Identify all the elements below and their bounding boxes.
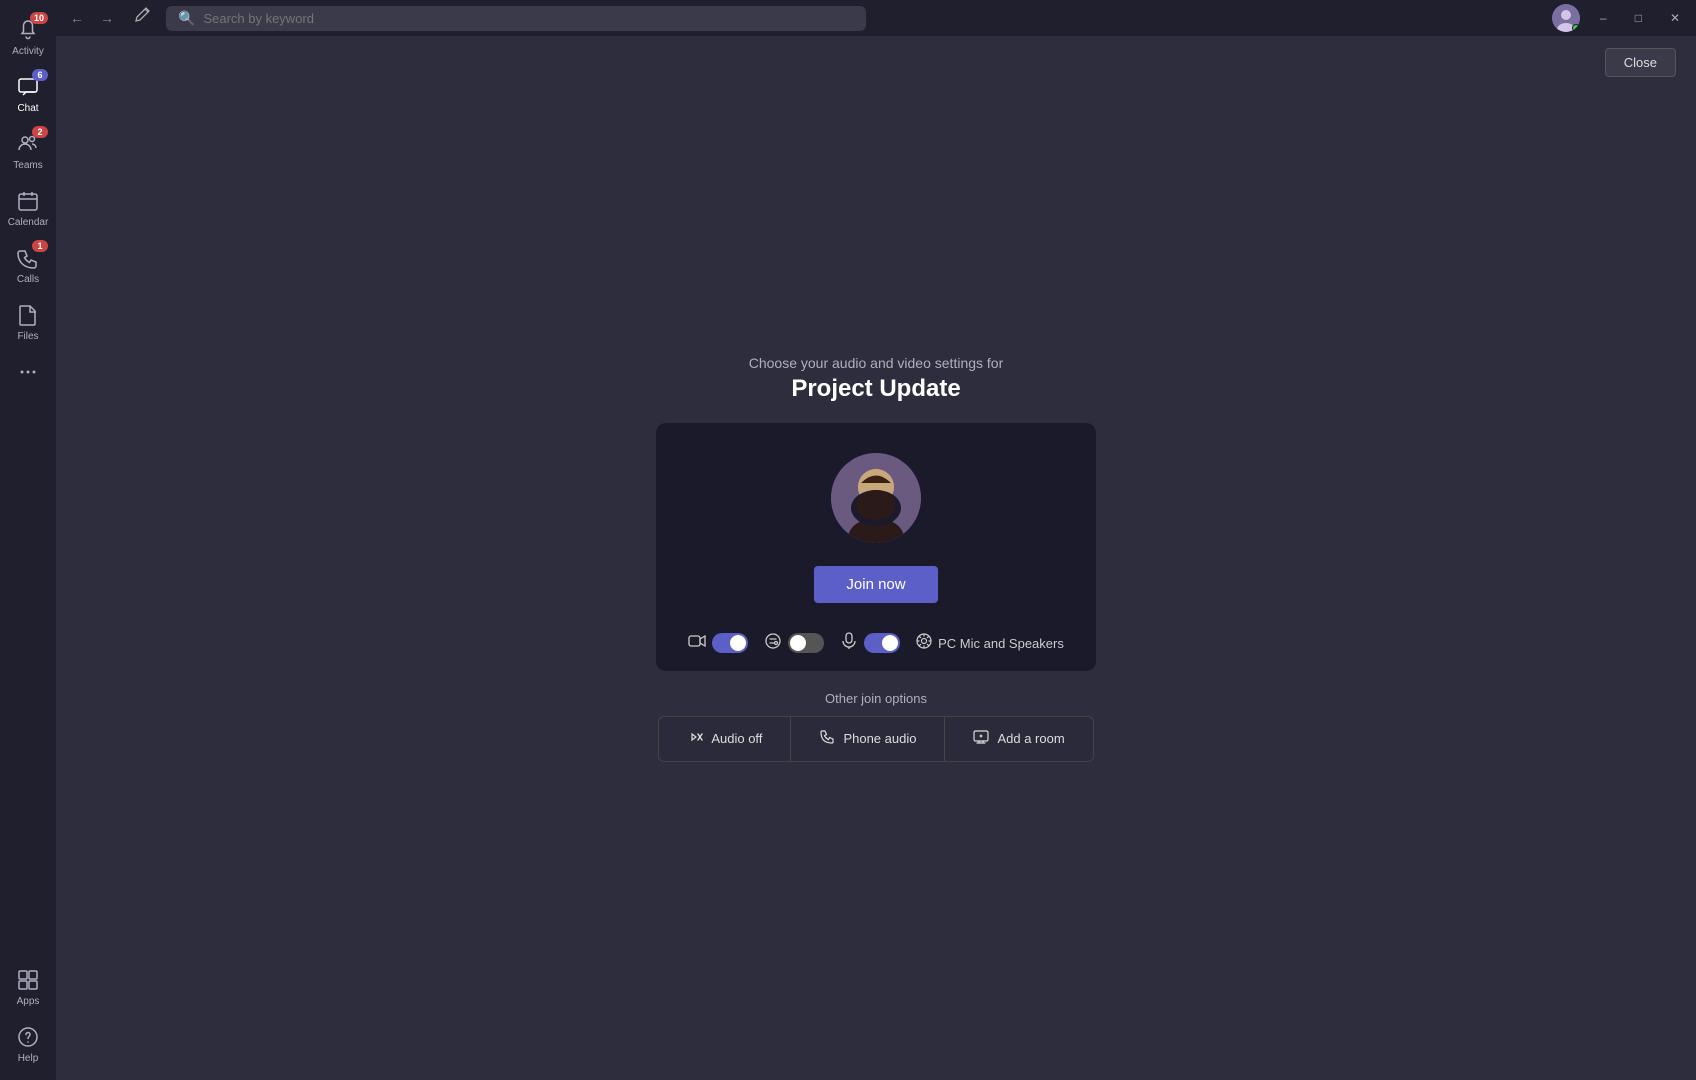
calendar-label: Calendar: [8, 217, 49, 228]
sidebar-item-activity[interactable]: 10 Activity: [0, 8, 56, 65]
chat-icon: 6: [14, 73, 42, 101]
prejoin-header: Choose your audio and video settings for…: [749, 355, 1004, 403]
sidebar-item-calls[interactable]: 1 Calls: [0, 236, 56, 293]
speaker-settings-icon: [916, 633, 932, 654]
window-close-button[interactable]: ✕: [1662, 7, 1688, 29]
files-label: Files: [17, 331, 38, 342]
mic-toggle-knob: [882, 635, 898, 651]
audio-off-icon: [687, 729, 703, 749]
titlebar-right: – □ ✕: [1552, 4, 1688, 32]
calls-icon: 1: [14, 244, 42, 272]
chat-label: Chat: [17, 103, 38, 114]
phone-audio-button[interactable]: Phone audio: [791, 717, 945, 761]
search-bar[interactable]: 🔍: [166, 6, 866, 31]
prejoin-container: Choose your audio and video settings for…: [56, 355, 1696, 762]
speaker-label: PC Mic and Speakers: [938, 636, 1064, 651]
activity-badge: 10: [30, 12, 48, 24]
add-room-icon: [973, 729, 989, 749]
online-indicator: [1572, 24, 1580, 32]
video-control: [688, 632, 748, 655]
activity-icon: 10: [14, 16, 42, 44]
other-join-label: Other join options: [825, 691, 927, 706]
nav-buttons: ← →: [64, 8, 120, 28]
sidebar-item-chat[interactable]: 6 Chat: [0, 65, 56, 122]
calls-badge: 1: [32, 240, 48, 252]
close-meeting-button[interactable]: Close: [1605, 48, 1676, 77]
sidebar-item-files[interactable]: Files: [0, 293, 56, 350]
help-icon: [14, 1023, 42, 1051]
controls-row: PC Mic and Speakers: [688, 632, 1064, 655]
calls-label: Calls: [17, 274, 39, 285]
titlebar: ← → 🔍 – □ ✕: [56, 0, 1696, 36]
activity-label: Activity: [12, 46, 44, 57]
files-icon: [14, 301, 42, 329]
sidebar-bottom: Apps Help: [0, 958, 56, 1072]
calendar-icon: [14, 187, 42, 215]
teams-icon: 2: [14, 130, 42, 158]
effects-control: [764, 632, 824, 655]
compose-button[interactable]: [128, 5, 158, 32]
forward-button[interactable]: →: [94, 8, 120, 28]
add-room-button[interactable]: Add a room: [945, 717, 1092, 761]
video-preview: Join now: [656, 423, 1096, 671]
video-toggle[interactable]: [712, 633, 748, 653]
search-input[interactable]: [203, 11, 854, 26]
sidebar-item-teams[interactable]: 2 Teams: [0, 122, 56, 179]
meeting-title: Project Update: [749, 375, 1004, 403]
meeting-subtitle: Choose your audio and video settings for: [749, 355, 1004, 371]
minimize-button[interactable]: –: [1592, 7, 1615, 29]
add-room-label: Add a room: [997, 731, 1064, 746]
effects-icon: [764, 632, 782, 655]
sidebar-item-more[interactable]: [0, 350, 56, 394]
join-now-button[interactable]: Join now: [814, 566, 937, 603]
more-icon: [14, 358, 42, 386]
chat-badge: 6: [32, 69, 48, 81]
video-icon: [688, 632, 706, 655]
effects-toggle-knob: [790, 635, 806, 651]
phone-audio-label: Phone audio: [843, 731, 916, 746]
sidebar: 10 Activity 6 Chat 2 Teams: [0, 0, 56, 1080]
sidebar-item-calendar[interactable]: Calendar: [0, 179, 56, 236]
other-join-options: Audio off Phone audio: [658, 716, 1093, 762]
audio-off-label: Audio off: [711, 731, 762, 746]
sidebar-item-apps[interactable]: Apps: [0, 958, 56, 1015]
teams-badge: 2: [32, 126, 48, 138]
mic-control: [840, 632, 900, 655]
main-content: Close Choose your audio and video settin…: [56, 36, 1696, 1080]
search-icon: 🔍: [178, 10, 195, 27]
mic-toggle[interactable]: [864, 633, 900, 653]
mic-icon: [840, 632, 858, 655]
sidebar-item-help[interactable]: Help: [0, 1015, 56, 1072]
effects-toggle[interactable]: [788, 633, 824, 653]
apps-icon: [14, 966, 42, 994]
apps-label: Apps: [17, 996, 40, 1007]
user-preview-avatar: [831, 453, 921, 543]
back-button[interactable]: ←: [64, 8, 90, 28]
video-toggle-knob: [730, 635, 746, 651]
audio-off-button[interactable]: Audio off: [659, 717, 791, 761]
help-label: Help: [18, 1053, 39, 1064]
user-avatar[interactable]: [1552, 4, 1580, 32]
phone-audio-icon: [819, 729, 835, 749]
speaker-control: PC Mic and Speakers: [916, 633, 1064, 654]
maximize-button[interactable]: □: [1627, 7, 1650, 29]
other-join-section: Other join options Audio off: [658, 691, 1093, 762]
teams-label: Teams: [13, 160, 42, 171]
